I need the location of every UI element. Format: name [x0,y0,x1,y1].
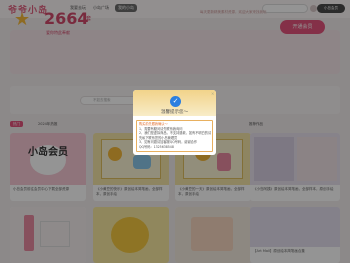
modal-title: 温馨提示您～ [161,110,188,115]
notice-modal: × ✓ 温馨提示您～ 购买前先跟我确认～ 1、需要有疑问请先联系我询问 2、我们… [133,90,216,155]
modal-message-box: 购买前先跟我确认～ 1、需要有疑问请先联系我询问 2、我们是虚拟商品，不支持退款… [136,120,213,152]
close-icon[interactable]: × [211,91,214,96]
modal-qq-line: QQ号码：1325638548 [139,144,174,149]
check-icon: ✓ [170,96,181,107]
